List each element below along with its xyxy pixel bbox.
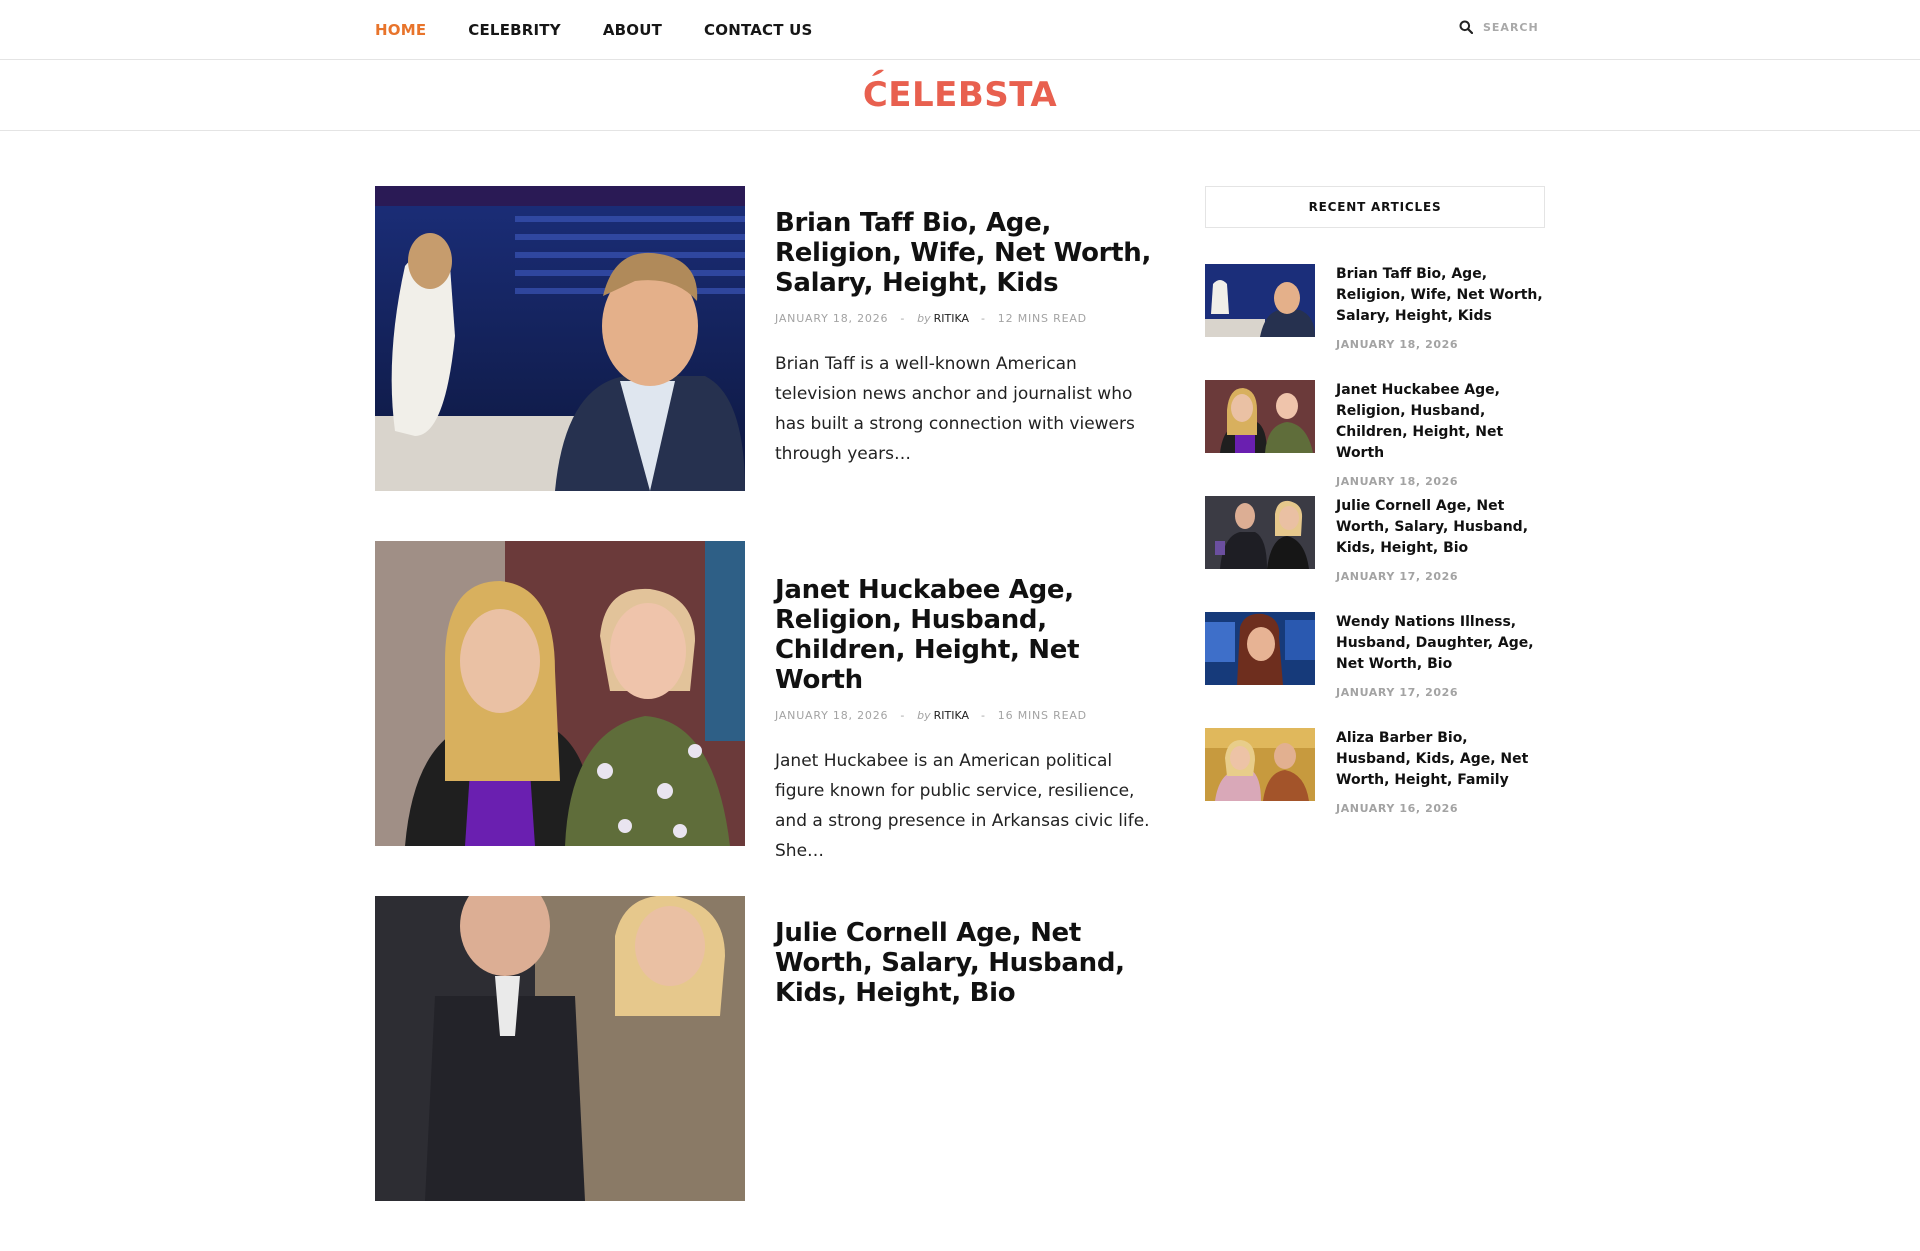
post-author[interactable]: RITIKA (934, 709, 969, 722)
recent-articles-heading: RECENT ARTICLES (1205, 186, 1545, 228)
recent-article-item: Aliza Barber Bio, Husband, Kids, Age, Ne… (1205, 728, 1545, 844)
post-author[interactable]: RITIKA (934, 312, 969, 325)
recent-article-date: JANUARY 18, 2026 (1336, 338, 1459, 351)
nav-item-celebrity[interactable]: CELEBRITY (468, 21, 561, 39)
recent-article-title[interactable]: Brian Taff Bio, Age, Religion, Wife, Net… (1336, 264, 1546, 327)
recent-article-text: Brian Taff Bio, Age, Religion, Wife, Net… (1336, 264, 1546, 351)
recent-article-date: JANUARY 17, 2026 (1336, 686, 1459, 699)
post-card: Brian Taff Bio, Age, Religion, Wife, Net… (375, 186, 1151, 541)
nav-item-contact-us[interactable]: CONTACT US (704, 21, 812, 39)
recent-article-title[interactable]: Janet Huckabee Age, Religion, Husband, C… (1336, 380, 1546, 464)
post-meta: JANUARY 18, 2026 - by RITIKA - 12 MINS R… (775, 312, 1155, 325)
post-title[interactable]: Julie Cornell Age, Net Worth, Salary, Hu… (775, 918, 1125, 1008)
post-thumbnail-janet-huckabee[interactable] (375, 541, 745, 846)
post-card: Julie Cornell Age, Net Worth, Salary, Hu… (375, 896, 1145, 1251)
post-title[interactable]: Brian Taff Bio, Age, Religion, Wife, Net… (775, 208, 1151, 298)
meta-separator: - (981, 312, 986, 325)
recent-article-title[interactable]: Aliza Barber Bio, Husband, Kids, Age, Ne… (1336, 728, 1546, 791)
post-read-time: 16 MINS READ (997, 709, 1087, 722)
recent-article-text: Janet Huckabee Age, Religion, Husband, C… (1336, 380, 1546, 488)
recent-article-item: Brian Taff Bio, Age, Religion, Wife, Net… (1205, 264, 1545, 380)
recent-article-thumbnail[interactable] (1205, 612, 1315, 685)
recent-article-thumbnail[interactable] (1205, 728, 1315, 801)
recent-article-thumbnail[interactable] (1205, 496, 1315, 569)
by-label: by (917, 709, 931, 722)
post-thumbnail-brian-taff[interactable] (375, 186, 745, 491)
post-excerpt: Janet Huckabee is an American political … (775, 751, 1150, 861)
recent-article-title[interactable]: Julie Cornell Age, Net Worth, Salary, Hu… (1336, 496, 1546, 559)
recent-article-date: JANUARY 18, 2026 (1336, 475, 1459, 488)
post-content: Janet Huckabee Age, Religion, Husband, C… (775, 575, 1155, 883)
meta-separator: - (900, 709, 906, 722)
top-navigation-bar: HOME CELEBRITY ABOUT CONTACT US (0, 0, 1920, 60)
logo-bar: CELEBSTA (0, 60, 1920, 131)
recent-article-title[interactable]: Wendy Nations Illness, Husband, Daughter… (1336, 612, 1546, 675)
recent-article-item: Janet Huckabee Age, Religion, Husband, C… (1205, 380, 1545, 496)
post-card: Janet Huckabee Age, Religion, Husband, C… (375, 541, 1150, 896)
recent-article-date: JANUARY 17, 2026 (1336, 570, 1459, 583)
main-menu: HOME CELEBRITY ABOUT CONTACT US (375, 0, 854, 59)
recent-article-text: Julie Cornell Age, Net Worth, Salary, Hu… (1336, 496, 1546, 583)
search-box (1459, 20, 1563, 34)
meta-separator: - (900, 312, 906, 325)
recent-article-text: Wendy Nations Illness, Husband, Daughter… (1336, 612, 1546, 699)
recent-article-item: Julie Cornell Age, Net Worth, Salary, Hu… (1205, 496, 1545, 612)
post-excerpt: Brian Taff is a well-known American tele… (775, 354, 1135, 464)
nav-item-home[interactable]: HOME (375, 21, 426, 39)
recent-article-thumbnail[interactable] (1205, 380, 1315, 453)
recent-article-thumbnail[interactable] (1205, 264, 1315, 337)
post-date: JANUARY 18, 2026 (775, 709, 889, 722)
recent-article-text: Aliza Barber Bio, Husband, Kids, Age, Ne… (1336, 728, 1546, 815)
sidebar: RECENT ARTICLES Brian Taff Bio, Age, Rel… (1205, 186, 1545, 844)
site-logo[interactable]: CELEBSTA (862, 69, 1058, 115)
post-title[interactable]: Janet Huckabee Age, Religion, Husband, C… (775, 575, 1080, 695)
search-input[interactable] (1483, 20, 1563, 34)
logo-text: CELEBSTA (862, 75, 1058, 115)
search-icon[interactable] (1459, 20, 1473, 34)
recent-articles-list: Brian Taff Bio, Age, Religion, Wife, Net… (1205, 264, 1545, 844)
logo-leaf-icon (871, 69, 884, 76)
post-content: Brian Taff Bio, Age, Religion, Wife, Net… (775, 208, 1155, 486)
by-label: by (917, 312, 931, 325)
post-thumbnail-julie-cornell[interactable] (375, 896, 745, 1201)
post-meta: JANUARY 18, 2026 - by RITIKA - 16 MINS R… (775, 709, 1155, 722)
post-date: JANUARY 18, 2026 (775, 312, 889, 325)
post-read-time: 12 MINS READ (997, 312, 1087, 325)
nav-item-about[interactable]: ABOUT (603, 21, 662, 39)
meta-separator: - (981, 709, 986, 722)
recent-article-date: JANUARY 16, 2026 (1336, 802, 1459, 815)
recent-article-item: Wendy Nations Illness, Husband, Daughter… (1205, 612, 1545, 728)
post-list: Brian Taff Bio, Age, Religion, Wife, Net… (375, 186, 1151, 1251)
post-content: Julie Cornell Age, Net Worth, Salary, Hu… (775, 918, 1155, 1008)
